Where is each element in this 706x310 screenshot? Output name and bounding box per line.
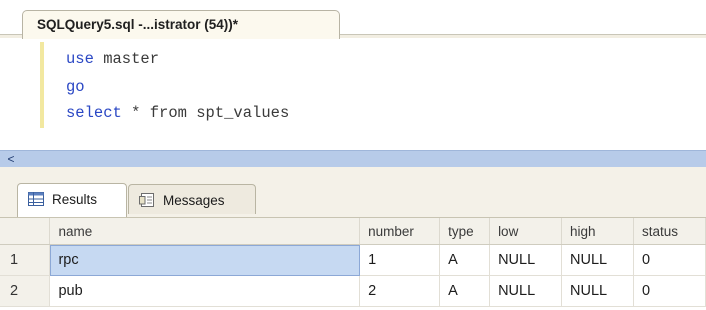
- column-header-high[interactable]: high: [561, 218, 634, 245]
- ssms-window: SQLQuery5.sql -...istrator (54))* use ma…: [0, 0, 706, 310]
- code-line-1[interactable]: use master: [66, 50, 159, 68]
- query-document-tab-title: SQLQuery5.sql -...istrator (54))*: [37, 17, 239, 32]
- code-keyword: use: [66, 50, 94, 68]
- column-header-status[interactable]: status: [633, 218, 706, 245]
- table-cell-high[interactable]: NULL: [561, 275, 634, 307]
- grid-header-row: name number type low high status: [0, 218, 706, 245]
- changed-lines-indicator: [40, 42, 44, 128]
- table-cell-high[interactable]: NULL: [561, 244, 634, 276]
- editor-horizontal-scrollbar[interactable]: <: [0, 150, 706, 167]
- tab-results[interactable]: Results: [17, 183, 127, 217]
- table-cell-name[interactable]: pub: [49, 275, 361, 307]
- query-editor[interactable]: use master go select * from spt_values: [0, 38, 706, 146]
- table-cell-name[interactable]: rpc: [49, 244, 361, 276]
- row-number[interactable]: 2: [0, 275, 51, 307]
- scroll-left-icon[interactable]: <: [4, 151, 18, 167]
- tab-messages-label: Messages: [163, 193, 225, 208]
- document-tab-strip: SQLQuery5.sql -...istrator (54))*: [0, 0, 706, 39]
- table-cell-low[interactable]: NULL: [489, 275, 563, 307]
- table-cell-number[interactable]: 2: [359, 275, 441, 307]
- tab-messages[interactable]: Messages: [128, 184, 256, 214]
- table-cell-type[interactable]: A: [439, 244, 491, 276]
- code-text: * from spt_values: [121, 104, 290, 122]
- code-keyword: go: [66, 78, 85, 96]
- code-text: master: [93, 50, 160, 68]
- table-row[interactable]: 2 pub 2 A NULL NULL 0: [0, 275, 706, 307]
- code-line-3[interactable]: select * from spt_values: [66, 104, 289, 122]
- table-cell-number[interactable]: 1: [359, 244, 441, 276]
- table-cell-type[interactable]: A: [439, 275, 491, 307]
- results-grid[interactable]: name number type low high status 1 rpc 1…: [0, 218, 706, 310]
- column-header-low[interactable]: low: [489, 218, 563, 245]
- results-tab-bar: Results Messages: [0, 167, 706, 218]
- grid-icon: [28, 192, 44, 206]
- table-row[interactable]: 1 rpc 1 A NULL NULL 0: [0, 244, 706, 276]
- table-cell-status[interactable]: 0: [633, 244, 706, 276]
- query-document-tab[interactable]: SQLQuery5.sql -...istrator (54))*: [22, 10, 340, 39]
- table-cell-status[interactable]: 0: [633, 275, 706, 307]
- table-cell-low[interactable]: NULL: [489, 244, 563, 276]
- code-line-2[interactable]: go: [66, 78, 85, 96]
- row-number[interactable]: 1: [0, 244, 51, 276]
- column-header-name[interactable]: name: [49, 218, 361, 245]
- column-header-number[interactable]: number: [359, 218, 441, 245]
- column-header-type[interactable]: type: [439, 218, 491, 245]
- code-keyword: select: [66, 104, 122, 122]
- messages-icon: [139, 193, 155, 207]
- row-number-header[interactable]: [0, 218, 51, 245]
- tab-results-label: Results: [52, 192, 98, 207]
